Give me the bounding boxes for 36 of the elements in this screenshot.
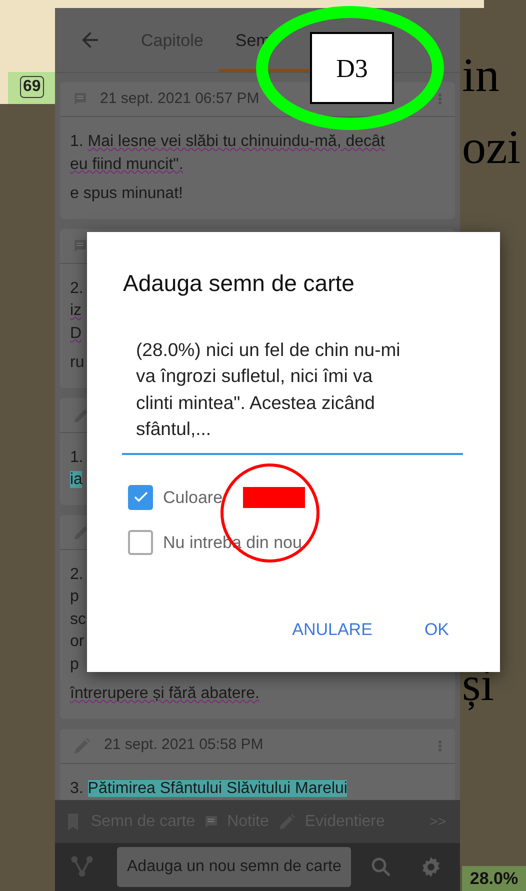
note-field[interactable]: (28.0%) nici un fel de chin nu-mi va îngrozi sufletul, nici îmi va clinti mintea". Acestea zicând sfântul,... <box>122 330 463 455</box>
excerpt-line: 2. <box>70 278 84 298</box>
excerpt-line: ru <box>70 353 84 373</box>
excerpt-line: 3. Pătimirea Sfântului Slăvitului Marelui <box>70 778 348 798</box>
more-button[interactable]: >> <box>424 811 452 832</box>
date-label: 21 sept. 2021 05:58 PM <box>104 735 264 756</box>
excerpt-line: D <box>70 324 82 344</box>
page-word: ozi <box>462 122 522 174</box>
excerpt-line: sc <box>70 610 86 630</box>
excerpt-line: p <box>70 654 79 674</box>
excerpt-line: p <box>70 587 79 607</box>
color-swatch[interactable] <box>242 486 305 508</box>
note-icon <box>72 91 88 107</box>
page-fragment-edge <box>460 0 484 8</box>
excerpt-line: 1. <box>70 448 84 468</box>
excerpt-line: întrerupere și fără abatere. <box>70 684 260 704</box>
checkbox-label: Culoare <box>163 486 223 509</box>
page-number: 69 <box>20 76 44 98</box>
excerpt-line: iz <box>70 301 82 321</box>
excerpt-line: 1. Mai lesne vei slăbi tu chinuindu-mă, decât <box>70 132 385 152</box>
dialog-button[interactable]: OK <box>424 616 449 642</box>
excerpt-line: 2. <box>70 564 84 584</box>
date-label: 21 sept. 2021 06:57 PM <box>100 88 260 109</box>
dialog-title: Adauga semn de carte <box>123 270 356 298</box>
excerpt-line: eu fiind muncit". <box>70 154 184 174</box>
excerpt-line: or <box>70 632 84 652</box>
annotation-label-overlay: D3 <box>310 32 394 104</box>
note-icon <box>72 238 88 254</box>
progress-label: 28.0% <box>462 866 526 891</box>
note-icon <box>203 814 220 830</box>
excerpt-line: e spus minunat! <box>70 184 183 204</box>
dialog-button[interactable]: ANULARE <box>292 616 372 642</box>
checkbox[interactable] <box>128 530 153 556</box>
add-bookmark-button[interactable]: Adauga un nou semn de carte <box>117 847 352 887</box>
checkbox[interactable] <box>128 484 153 510</box>
page-word: in <box>462 50 500 102</box>
